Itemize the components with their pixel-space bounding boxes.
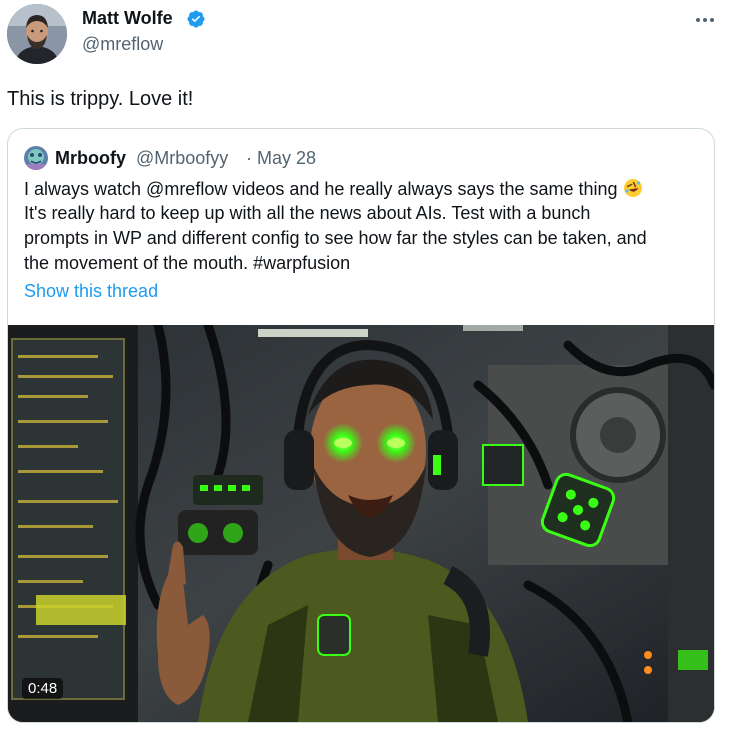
- quoted-author-avatar[interactable]: [24, 146, 48, 170]
- author-handle[interactable]: @mreflow: [82, 34, 163, 55]
- quoted-text-line-4: the movement of the mouth. #warpfusion: [24, 253, 351, 273]
- show-thread-link[interactable]: Show this thread: [24, 281, 158, 302]
- video-thumbnail: [8, 325, 714, 722]
- quoted-text-segment: I always watch: [24, 179, 147, 199]
- video-player[interactable]: 0:48: [8, 325, 714, 722]
- tweet: Matt Wolfe @mreflow This is trippy. Love…: [0, 0, 741, 739]
- author-avatar[interactable]: [7, 4, 67, 64]
- quoted-tweet[interactable]: Mrboofy @Mrboofyy · May 28 I always watc…: [7, 128, 715, 723]
- mention-link[interactable]: @mreflow: [146, 179, 227, 199]
- more-horizontal-icon: [696, 18, 714, 22]
- quoted-text-line-3: prompts in WP and different config to se…: [24, 228, 647, 248]
- quoted-text-segment: videos and he really always says the sam…: [227, 179, 618, 199]
- video-duration: 0:48: [22, 678, 64, 699]
- tweet-text: This is trippy. Love it!: [7, 88, 194, 110]
- quoted-text-line-2: It's really hard to keep up with all the…: [24, 203, 591, 223]
- quoted-text-line-1: I always watch @mreflow videos and he re…: [24, 178, 643, 200]
- quoted-author-name[interactable]: Mrboofy: [55, 148, 126, 169]
- author-name[interactable]: Matt Wolfe: [82, 8, 173, 29]
- verified-badge-icon: [187, 10, 205, 28]
- quoted-author-handle[interactable]: @Mrboofyy: [136, 148, 228, 169]
- separator-dot: ·: [246, 148, 252, 168]
- more-options-button[interactable]: [690, 8, 720, 32]
- quoted-date[interactable]: May 28: [257, 148, 316, 169]
- rolling-on-floor-laughing-icon: [623, 179, 642, 197]
